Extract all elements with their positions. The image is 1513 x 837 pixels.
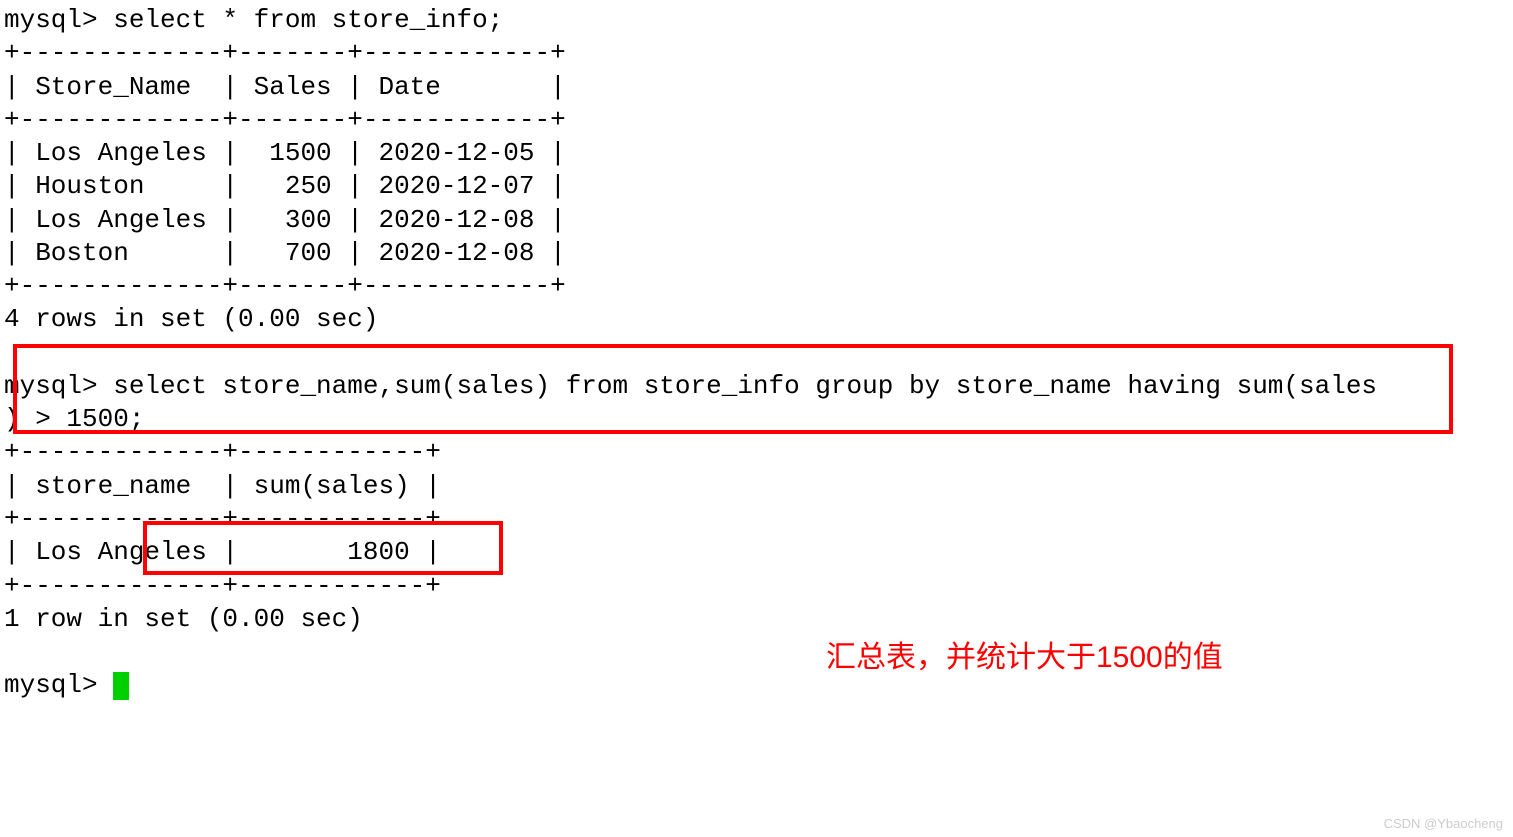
mysql-prompt: mysql> <box>4 5 113 35</box>
result-status: 4 rows in set (0.00 sec) <box>4 304 378 334</box>
table-separator: +-------------+------------+ <box>4 437 441 467</box>
sql-query-2-line2: ) > 1500; <box>4 404 144 434</box>
cursor-block[interactable] <box>113 672 129 700</box>
table-row: | Houston | 250 | 2020-12-07 | <box>4 171 566 201</box>
table-separator: +-------------+-------+------------+ <box>4 105 566 135</box>
table-separator: +-------------+-------+------------+ <box>4 38 566 68</box>
table-row: | Boston | 700 | 2020-12-08 | <box>4 238 566 268</box>
mysql-prompt: mysql> <box>4 371 113 401</box>
table-header-row: | Store_Name | Sales | Date | <box>4 72 566 102</box>
table-separator: +-------------+------------+ <box>4 504 441 534</box>
table-separator: +-------------+-------+------------+ <box>4 271 566 301</box>
sql-query-1: select * from store_info; <box>113 5 503 35</box>
table-header-row: | store_name | sum(sales) | <box>4 471 441 501</box>
table-row: | Los Angeles | 300 | 2020-12-08 | <box>4 205 566 235</box>
table-row: | Los Angeles | 1500 | 2020-12-05 | <box>4 138 566 168</box>
table-row: | Los Angeles | 1800 | <box>4 537 441 567</box>
terminal-output: mysql> select * from store_info; +------… <box>0 0 1513 707</box>
mysql-prompt: mysql> <box>4 670 113 700</box>
table-separator: +-------------+------------+ <box>4 571 441 601</box>
sql-query-2-line1: select store_name,sum(sales) from store_… <box>113 371 1377 401</box>
watermark-text: CSDN @Ybaocheng <box>1384 816 1503 831</box>
result-status: 1 row in set (0.00 sec) <box>4 604 363 634</box>
annotation-text: 汇总表，并统计大于1500的值 <box>826 632 1223 676</box>
